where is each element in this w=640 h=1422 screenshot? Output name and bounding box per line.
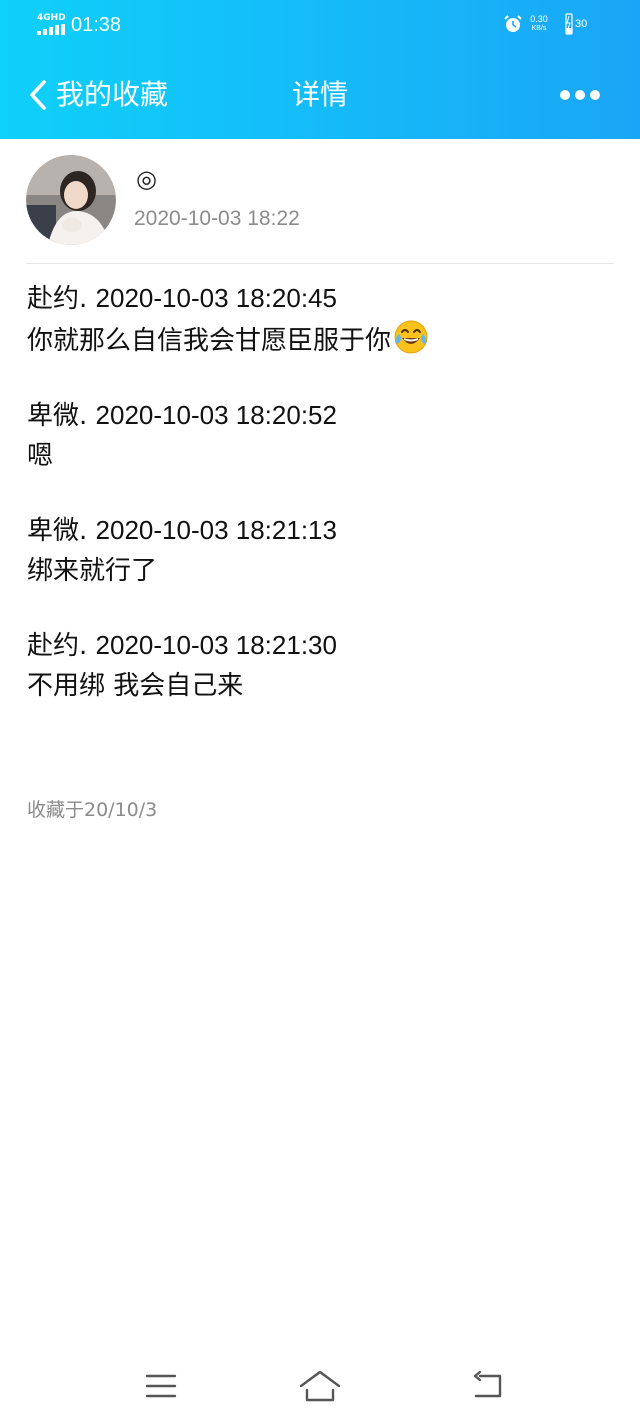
message-sender: 卑微.	[27, 516, 88, 546]
message-text: 不用绑 我会自己来	[27, 671, 244, 701]
message-text: 你就那么自信我会甘愿臣服于你	[27, 326, 392, 356]
back-label: 我的收藏	[56, 78, 169, 111]
list-item: 卑微. 2020-10-03 18:21:13 绑来就行了	[27, 510, 617, 591]
message-timestamp: 2020-10-03 18:21:13	[95, 515, 337, 545]
post-header: ◎ 2020-10-03 18:22	[0, 139, 640, 264]
signal-icon	[37, 24, 67, 35]
post-date: 2020-10-03 18:22	[134, 207, 300, 230]
menu-icon[interactable]	[143, 1366, 179, 1406]
message-text-row: 你就那么自信我会甘愿臣服于你	[27, 319, 617, 361]
status-time: 01:38	[71, 14, 122, 36]
back-button[interactable]: 我的收藏	[26, 72, 168, 118]
saved-date: 收藏于20/10/3	[27, 799, 158, 821]
network-speed: 0.30 KB/s	[526, 14, 552, 34]
home-icon[interactable]	[298, 1366, 342, 1406]
message-timestamp: 2020-10-03 18:20:45	[95, 283, 337, 313]
list-item: 赴约. 2020-10-03 18:20:45 你就那么自信我会甘愿臣服于你	[27, 278, 617, 361]
avatar[interactable]	[26, 155, 116, 245]
app-header: 4GHD 01:38 0.30 KB/s 30 我的收藏 详情	[0, 0, 640, 139]
back-icon[interactable]	[470, 1366, 506, 1406]
message-meta: 卑微. 2020-10-03 18:20:52	[27, 395, 617, 436]
list-item: 赴约. 2020-10-03 18:21:30 不用绑 我会自己来	[27, 625, 617, 706]
more-icon[interactable]	[550, 80, 610, 110]
message-list: 赴约. 2020-10-03 18:20:45 你就那么自信我会甘愿臣服于你 卑…	[27, 278, 617, 740]
divider	[26, 263, 614, 264]
battery-level: 30	[575, 18, 588, 30]
speed-value: 0.30	[530, 14, 548, 24]
message-text: 绑来就行了	[27, 556, 158, 586]
status-bar: 4GHD 01:38 0.30 KB/s 30	[0, 0, 640, 50]
battery-icon	[565, 13, 573, 35]
list-item: 卑微. 2020-10-03 18:20:52 嗯	[27, 395, 617, 476]
chevron-left-icon	[30, 80, 46, 110]
message-text: 嗯	[27, 441, 54, 471]
message-sender: 赴约.	[27, 284, 88, 314]
message-sender: 卑微.	[27, 401, 88, 431]
username[interactable]: ◎	[136, 165, 157, 193]
message-meta: 卑微. 2020-10-03 18:21:13	[27, 510, 617, 551]
system-nav-bar	[0, 1360, 640, 1422]
nav-bar: 我的收藏 详情	[0, 50, 640, 139]
message-timestamp: 2020-10-03 18:20:52	[95, 400, 337, 430]
speed-unit: KB/s	[531, 25, 547, 32]
alarm-icon	[504, 15, 522, 32]
message-timestamp: 2020-10-03 18:21:30	[95, 630, 337, 660]
message-meta: 赴约. 2020-10-03 18:20:45	[27, 278, 617, 319]
page-title: 详情	[291, 78, 348, 111]
message-meta: 赴约. 2020-10-03 18:21:30	[27, 625, 617, 666]
tears-of-joy-emoji	[394, 320, 428, 354]
network-type: 4GHD	[37, 13, 66, 23]
message-sender: 赴约.	[27, 631, 88, 661]
